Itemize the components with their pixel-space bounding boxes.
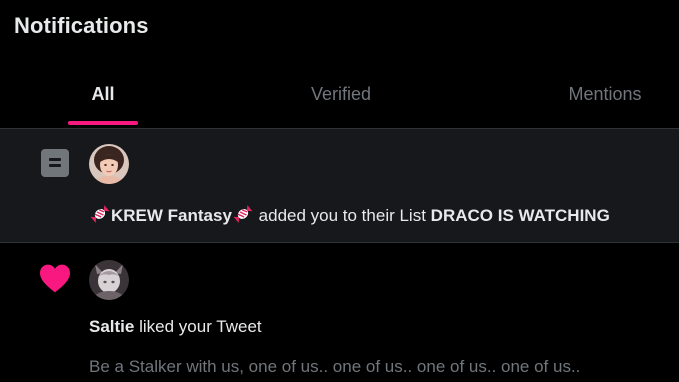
tab-bar: All Verified Mentions <box>0 64 679 129</box>
tab-verified[interactable]: Verified <box>272 64 410 128</box>
notification-list-add[interactable]: KREW Fantasy added you to their List DRA… <box>0 129 679 243</box>
tab-all-label: All <box>91 84 115 104</box>
tweet-preview[interactable]: Be a Stalker with us, one of us.. one of… <box>89 357 580 377</box>
tab-mentions[interactable]: Mentions <box>536 64 674 128</box>
page-title: Notifications <box>14 13 149 38</box>
tab-all[interactable]: All <box>34 64 172 128</box>
notification-text: Saltie liked your Tweet <box>89 317 262 337</box>
actor-name[interactable]: Saltie <box>89 317 134 336</box>
heart-icon <box>40 264 70 293</box>
active-tab-indicator <box>68 121 138 125</box>
notification-text: KREW Fantasy added you to their List DRA… <box>89 204 610 229</box>
action-text: liked your Tweet <box>139 317 262 336</box>
user-avatar[interactable] <box>89 144 129 184</box>
candy-emoji <box>90 204 110 229</box>
list-icon <box>41 149 69 177</box>
candy-emoji <box>233 204 253 229</box>
actor-name[interactable]: KREW Fantasy <box>111 206 232 225</box>
user-avatar[interactable] <box>89 260 129 300</box>
action-text: added you to their List <box>258 206 426 225</box>
notification-like[interactable]: Saltie liked your Tweet Be a Stalker wit… <box>0 243 679 382</box>
tab-mentions-label: Mentions <box>568 84 642 104</box>
list-name[interactable]: DRACO IS WATCHING <box>431 206 610 225</box>
tab-verified-label: Verified <box>310 84 372 104</box>
